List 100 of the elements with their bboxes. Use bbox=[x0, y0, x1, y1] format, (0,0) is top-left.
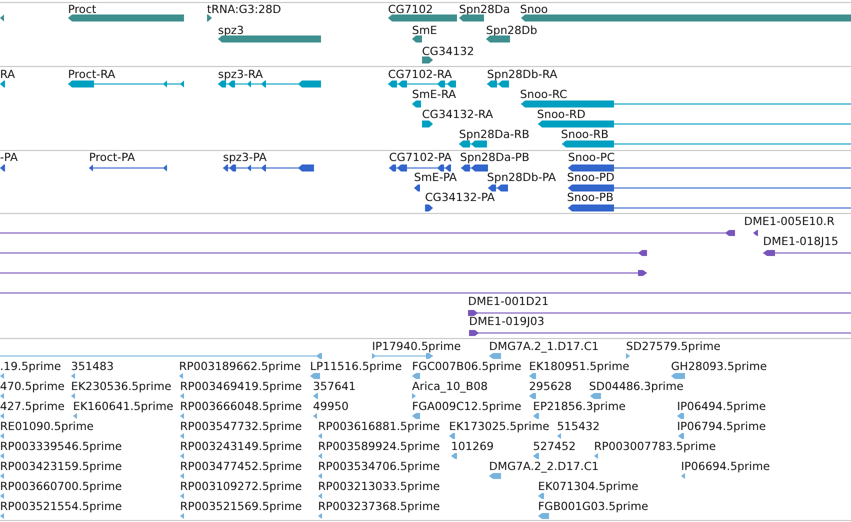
feature-glyph[interactable] bbox=[562, 140, 851, 148]
feature-glyph[interactable] bbox=[568, 184, 851, 192]
feature-glyph[interactable] bbox=[488, 184, 508, 192]
feature-glyph[interactable] bbox=[486, 35, 510, 43]
feature-glyph[interactable] bbox=[412, 35, 422, 43]
feature-glyph[interactable] bbox=[0, 249, 647, 257]
feature-glyph[interactable] bbox=[0, 372, 4, 380]
feature-glyph[interactable] bbox=[0, 164, 5, 172]
feature-glyph[interactable] bbox=[753, 229, 758, 237]
feature-glyph[interactable] bbox=[180, 412, 184, 420]
feature-glyph[interactable] bbox=[318, 492, 322, 500]
feature-glyph[interactable] bbox=[489, 352, 501, 360]
feature-glyph[interactable] bbox=[0, 80, 5, 88]
feature-glyph[interactable] bbox=[414, 184, 420, 192]
feature-glyph[interactable] bbox=[223, 164, 314, 172]
feature-glyph[interactable] bbox=[677, 412, 684, 420]
feature-glyph[interactable] bbox=[310, 372, 320, 380]
feature-label: RP003589924.5prime bbox=[318, 440, 440, 454]
feature-glyph[interactable] bbox=[521, 14, 851, 22]
feature-glyph[interactable] bbox=[412, 412, 420, 420]
feature-glyph[interactable] bbox=[626, 352, 630, 360]
feature-glyph[interactable] bbox=[218, 80, 321, 88]
feature-glyph[interactable] bbox=[89, 164, 167, 172]
feature-glyph[interactable] bbox=[0, 472, 4, 480]
feature-glyph[interactable] bbox=[678, 432, 684, 440]
feature-glyph[interactable] bbox=[538, 512, 549, 520]
feature-glyph[interactable] bbox=[412, 100, 421, 108]
feature-glyph[interactable] bbox=[388, 80, 456, 88]
feature-glyph[interactable] bbox=[449, 432, 455, 440]
feature-label: RP003521569.5prime bbox=[180, 500, 302, 514]
feature-glyph[interactable] bbox=[557, 432, 561, 440]
feature-glyph[interactable] bbox=[533, 412, 539, 420]
feature-label: Spn28Db-RA bbox=[487, 68, 558, 82]
feature-glyph[interactable] bbox=[71, 392, 75, 400]
feature-glyph[interactable] bbox=[73, 412, 77, 420]
feature-glyph[interactable] bbox=[0, 392, 4, 400]
feature-glyph[interactable] bbox=[180, 472, 184, 480]
feature-glyph[interactable] bbox=[372, 352, 433, 360]
feature-glyph[interactable] bbox=[459, 14, 484, 22]
feature-glyph[interactable] bbox=[469, 329, 851, 337]
feature-glyph[interactable] bbox=[207, 14, 212, 22]
feature-glyph[interactable] bbox=[318, 512, 322, 520]
feature-label: RP003477452.5prime bbox=[180, 460, 302, 474]
feature-label: spz3-PA bbox=[223, 151, 267, 165]
feature-glyph[interactable] bbox=[0, 269, 647, 277]
feature-glyph[interactable] bbox=[0, 512, 4, 520]
feature-glyph[interactable] bbox=[180, 452, 184, 460]
feature-glyph[interactable] bbox=[0, 352, 322, 360]
feature-glyph[interactable] bbox=[459, 140, 487, 148]
feature-glyph[interactable] bbox=[389, 164, 451, 172]
feature-glyph[interactable] bbox=[68, 80, 184, 88]
feature-glyph[interactable] bbox=[180, 432, 184, 440]
feature-glyph[interactable] bbox=[318, 472, 322, 480]
feature-glyph[interactable] bbox=[180, 392, 184, 400]
feature-glyph[interactable] bbox=[318, 452, 322, 460]
feature-glyph[interactable] bbox=[468, 309, 851, 317]
feature-glyph[interactable] bbox=[533, 452, 539, 460]
feature-glyph[interactable] bbox=[313, 412, 317, 420]
feature-glyph[interactable] bbox=[0, 229, 735, 237]
feature-glyph[interactable] bbox=[487, 80, 509, 88]
feature-label: RP003213033.5prime bbox=[318, 480, 440, 494]
feature-glyph[interactable] bbox=[422, 56, 433, 64]
feature-glyph[interactable] bbox=[318, 432, 322, 440]
feature-glyph[interactable] bbox=[0, 492, 4, 500]
feature-glyph[interactable] bbox=[451, 452, 457, 460]
feature-glyph[interactable] bbox=[568, 164, 851, 172]
feature-glyph[interactable] bbox=[422, 120, 433, 128]
feature-glyph[interactable] bbox=[0, 14, 4, 22]
feature-glyph[interactable] bbox=[461, 164, 488, 172]
feature-glyph[interactable] bbox=[538, 492, 544, 500]
feature-label: RP003109272.5prime bbox=[180, 480, 302, 494]
feature-glyph[interactable] bbox=[763, 249, 851, 257]
feature-glyph[interactable] bbox=[0, 452, 4, 460]
feature-label: EK071304.5prime bbox=[538, 480, 638, 494]
feature-glyph[interactable] bbox=[68, 14, 184, 22]
feature-glyph[interactable] bbox=[412, 372, 420, 380]
feature-glyph[interactable] bbox=[412, 392, 416, 400]
feature-glyph[interactable] bbox=[0, 432, 4, 440]
feature-glyph[interactable] bbox=[529, 392, 536, 400]
feature-glyph[interactable] bbox=[568, 204, 851, 212]
feature-glyph[interactable] bbox=[590, 392, 601, 400]
feature-glyph[interactable] bbox=[0, 412, 4, 420]
feature-glyph[interactable] bbox=[671, 372, 685, 380]
feature-glyph[interactable] bbox=[388, 14, 457, 22]
feature-glyph[interactable] bbox=[179, 372, 183, 380]
feature-glyph[interactable] bbox=[529, 372, 536, 380]
feature-label: RP003616881.5prime bbox=[318, 420, 440, 434]
feature-glyph[interactable] bbox=[180, 492, 184, 500]
feature-glyph[interactable] bbox=[71, 372, 75, 380]
feature-glyph[interactable] bbox=[180, 512, 184, 520]
feature-glyph[interactable] bbox=[218, 35, 321, 43]
feature-glyph[interactable] bbox=[538, 120, 851, 128]
feature-glyph[interactable] bbox=[425, 204, 433, 212]
feature-label: Snoo-RC bbox=[520, 88, 568, 102]
feature-glyph[interactable] bbox=[313, 392, 318, 400]
feature-glyph[interactable] bbox=[521, 100, 851, 108]
feature-glyph[interactable] bbox=[681, 472, 685, 480]
feature-label: CG7102-PA bbox=[389, 151, 452, 165]
feature-glyph[interactable] bbox=[594, 452, 598, 460]
feature-glyph[interactable] bbox=[489, 472, 501, 480]
